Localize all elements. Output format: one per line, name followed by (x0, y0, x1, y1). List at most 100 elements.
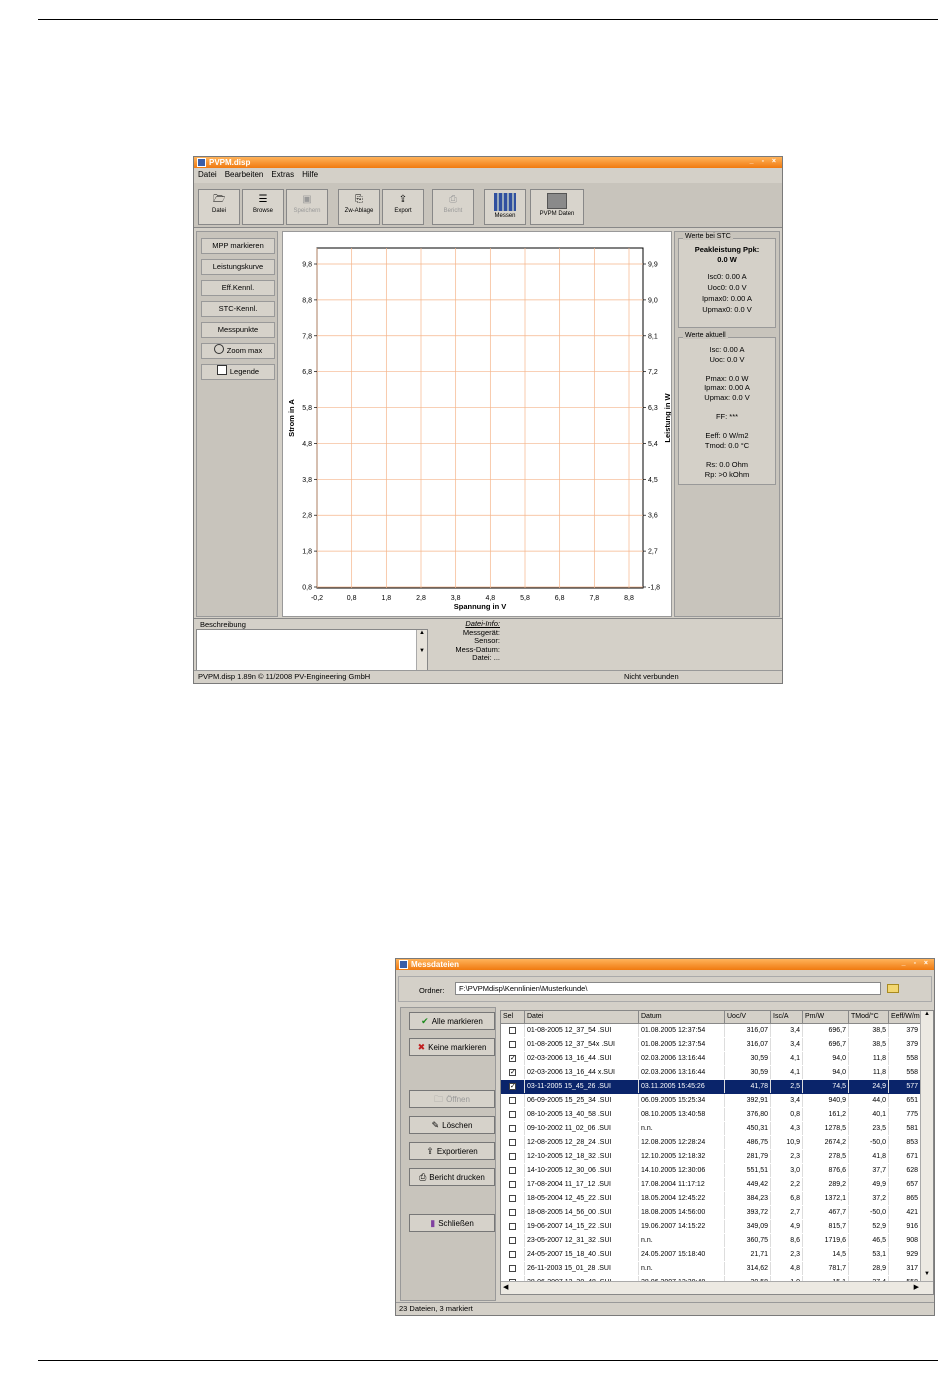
toolbar-button-export[interactable]: ⇪ Export (382, 189, 424, 225)
scroll-right-arrow-icon[interactable]: ▶ (914, 1283, 919, 1291)
file-button-keine-markieren[interactable]: ✖ Keine markieren (409, 1038, 495, 1056)
row-checkbox[interactable] (509, 1027, 516, 1034)
cell-pm: 94,0 (803, 1066, 849, 1079)
cell-pm: 696,7 (803, 1038, 849, 1051)
row-checkbox[interactable] (509, 1139, 516, 1146)
table-row[interactable]: 17-08-2004 11_17_12 .SUI 17.08.2004 11:17… (501, 1178, 921, 1192)
column-header[interactable]: Datei (525, 1011, 639, 1024)
row-checkbox[interactable] (509, 1251, 516, 1258)
folder-path-field[interactable]: F:\PVPMdisp\Kennlinien\Musterkunde\ (455, 982, 881, 995)
column-header[interactable]: Eeff/W/m (889, 1011, 921, 1024)
table-row[interactable]: 19-06-2007 14_15_22 .SUI 19.06.2007 14:15… (501, 1220, 921, 1234)
toolbar-button-datei[interactable]: 🗁 Datei (198, 189, 240, 225)
description-scrollbar[interactable]: ▲ ▼ (416, 630, 427, 670)
file-button-exportieren[interactable]: ⇪ Exportieren (409, 1142, 495, 1160)
file-button-alle-markieren[interactable]: ✔ Alle markieren (409, 1012, 495, 1030)
side-button-leistungskurve[interactable]: Leistungskurve (201, 259, 275, 275)
window-controls[interactable]: _ ▫ × (750, 158, 779, 165)
column-header[interactable]: Pm/W (803, 1011, 849, 1024)
table-row[interactable]: 06-09-2005 15_25_34 .SUI 06.09.2005 15:25… (501, 1094, 921, 1108)
side-button-messpunkte[interactable]: Messpunkte (201, 322, 275, 338)
side-button-legende[interactable]: Legende (201, 364, 275, 380)
current-value-line: Eeff: 0 W/m2 (705, 431, 749, 441)
table-row[interactable]: 08-10-2005 13_40_58 .SUI 08.10.2005 13:40… (501, 1108, 921, 1122)
values-panel: Werte bei STC Peakleistung Ppk: 0.0 W Is… (674, 231, 780, 617)
menu-item[interactable]: Extras (267, 169, 298, 180)
table-row[interactable]: 18-05-2004 12_45_22 .SUI 18.05.2004 12:45… (501, 1192, 921, 1206)
column-header[interactable]: Sel (501, 1011, 525, 1024)
row-checkbox[interactable] (509, 1153, 516, 1160)
y2-tick-label: 9,9 (648, 262, 658, 269)
row-checkbox[interactable] (509, 1167, 516, 1174)
toolbar-button-browse[interactable]: ☰ Browse (242, 189, 284, 225)
row-checkbox[interactable]: ✓ (509, 1069, 516, 1076)
file-info-line: Datei: ... (472, 653, 500, 662)
row-checkbox[interactable] (509, 1097, 516, 1104)
file-button-l-schen[interactable]: ✎ Löschen (409, 1116, 495, 1134)
column-header[interactable]: Uoc/V (725, 1011, 771, 1024)
toolbar-button-pvpm-daten[interactable]: PVPM Daten (530, 189, 584, 225)
table-row[interactable]: 12-08-2005 12_28_24 .SUI 12.08.2005 12:28… (501, 1136, 921, 1150)
side-button-stc-kennl-[interactable]: STC-Kennl. (201, 301, 275, 317)
table-row[interactable]: ✓ 02-03-2006 13_16_44 x.SUI 02.03.2006 13:… (501, 1066, 921, 1080)
side-button-mpp-markieren[interactable]: MPP markieren (201, 238, 275, 254)
toolbar-button-speichern[interactable]: ▣ Speichern (286, 189, 328, 225)
current-value-line: Upmax: 0.0 V (704, 393, 750, 402)
row-checkbox[interactable] (509, 1223, 516, 1230)
row-checkbox[interactable] (509, 1237, 516, 1244)
table-horizontal-scrollbar[interactable]: ◀ ▶ (501, 1281, 933, 1294)
file-title-bar[interactable]: Messdateien _ ▫ × (396, 959, 934, 970)
table-row[interactable]: 01-08-2005 12_37_54 .SUI 01.08.2005 12:37… (501, 1024, 921, 1038)
cell-pm: 876,6 (803, 1164, 849, 1177)
file-button-label: Löschen (442, 1121, 473, 1130)
table-row[interactable]: ✓ 02-03-2006 13_16_44 .SUI 02.03.2006 13:1… (501, 1052, 921, 1066)
window-controls[interactable]: _ ▫ × (902, 960, 931, 967)
scroll-down-arrow-icon[interactable]: ▼ (921, 1271, 933, 1281)
menu-item[interactable]: Datei (194, 169, 221, 180)
file-window: Messdateien _ ▫ × Ordner: F:\PVPMdisp\Ke… (395, 958, 935, 1316)
row-checkbox[interactable] (509, 1111, 516, 1118)
table-row[interactable]: 24-05-2007 15_18_40 .SUI 24.05.2007 15:18… (501, 1248, 921, 1262)
table-row[interactable]: 12-10-2005 12_18_32 .SUI 12.10.2005 12:18… (501, 1150, 921, 1164)
file-button-bericht-drucken[interactable]: ⎙ Bericht drucken (409, 1168, 495, 1186)
zoom-icon (213, 344, 224, 354)
row-checkbox[interactable]: ✓ (509, 1083, 516, 1090)
cell-uoc: 450,31 (725, 1122, 771, 1135)
scroll-up-arrow-icon[interactable]: ▲ (921, 1011, 933, 1021)
table-row[interactable]: 09-10-2002 11_02_06 .SUI n.n. 450,31 4,3 127… (501, 1122, 921, 1136)
menu-item[interactable]: Hilfe (298, 169, 322, 180)
folder-browse-button[interactable] (887, 981, 901, 995)
table-row[interactable]: 14-10-2005 12_30_06 .SUI 14.10.2005 12:30… (501, 1164, 921, 1178)
toolbar-button-zw-ablage[interactable]: ⎘ Zw-Ablage (338, 189, 380, 225)
file-button--ffnen[interactable]: 🗀 Öffnen (409, 1090, 495, 1108)
side-button-eff-kennl-[interactable]: Eff.Kennl. (201, 280, 275, 296)
side-button-zoom-max[interactable]: Zoom max (201, 343, 275, 359)
scroll-left-arrow-icon[interactable]: ◀ (503, 1283, 508, 1291)
table-row[interactable]: 23-05-2007 12_31_32 .SUI n.n. 360,75 8,6 171… (501, 1234, 921, 1248)
table-row[interactable]: 18-08-2005 14_56_00 .SUI 18.08.2005 14:56… (501, 1206, 921, 1220)
description-textbox[interactable]: ▲ ▼ (196, 629, 428, 671)
menu-item[interactable]: Bearbeiten (221, 169, 268, 180)
toolbar-button-messen[interactable]: Messen (484, 189, 526, 225)
row-checkbox[interactable] (509, 1181, 516, 1188)
row-checkbox[interactable] (509, 1125, 516, 1132)
file-button-schlie-en[interactable]: ▮ Schließen (409, 1214, 495, 1232)
table-row[interactable]: 01-08-2005 12_37_54x .SUI 01.08.2005 12:3… (501, 1038, 921, 1052)
cell-datei: 03-11-2005 15_45_26 .SUI (525, 1080, 639, 1093)
column-header[interactable]: TMod/°C (849, 1011, 889, 1024)
main-title-bar[interactable]: PVPM.disp _ ▫ × (194, 157, 782, 168)
row-checkbox[interactable] (509, 1195, 516, 1202)
row-checkbox[interactable] (509, 1265, 516, 1272)
toolbar-button-bericht[interactable]: ⎙ Bericht (432, 189, 474, 225)
table-row[interactable]: 26-11-2003 15_01_28 .SUI n.n. 314,62 4,8 781… (501, 1262, 921, 1276)
row-checkbox[interactable] (509, 1041, 516, 1048)
column-header[interactable]: Datum (639, 1011, 725, 1024)
row-checkbox[interactable] (509, 1209, 516, 1216)
row-checkbox[interactable]: ✓ (509, 1055, 516, 1062)
scroll-thumb[interactable] (921, 1021, 933, 1271)
cell-datei: 09-10-2002 11_02_06 .SUI (525, 1122, 639, 1135)
cell-eeff: 775 (889, 1108, 921, 1121)
column-header[interactable]: Isc/A (771, 1011, 803, 1024)
table-vertical-scrollbar[interactable]: ▲ ▼ (920, 1011, 933, 1282)
table-row[interactable]: ✓ 03-11-2005 15_45_26 .SUI 03.11.2005 15:4… (501, 1080, 921, 1094)
